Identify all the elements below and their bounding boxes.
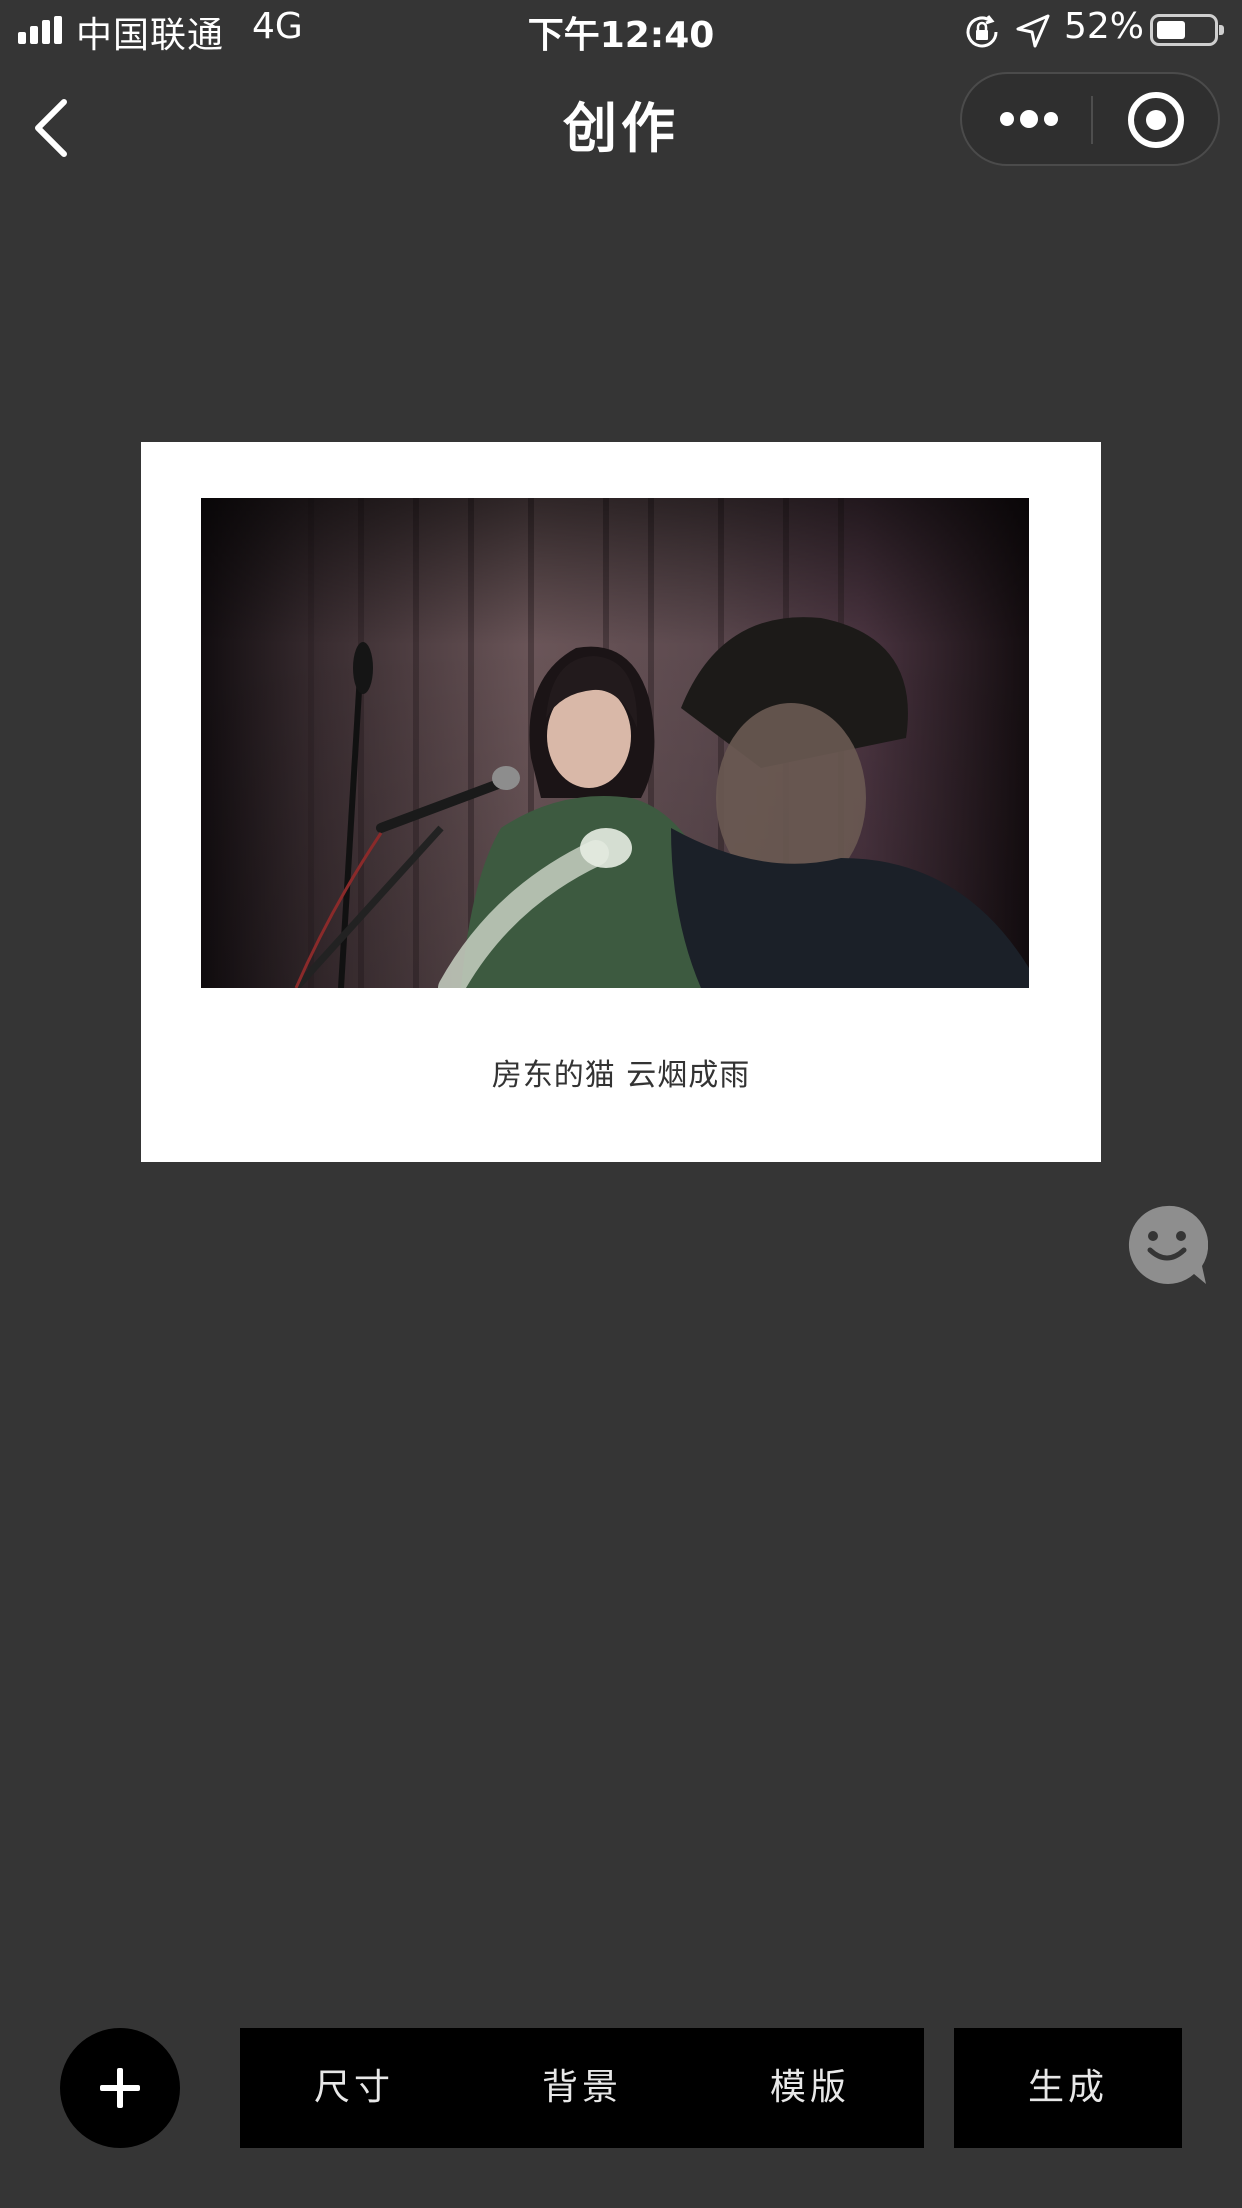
capsule-divider (1091, 96, 1093, 144)
close-miniprogram-button[interactable] (1094, 74, 1220, 164)
smiley-chat-icon[interactable] (1126, 1204, 1208, 1286)
status-time: 下午12:40 (527, 15, 715, 56)
photo-illustration (201, 498, 1029, 988)
location-arrow-icon (1016, 14, 1050, 48)
background-button[interactable]: 背景 (468, 2028, 696, 2148)
add-button[interactable] (60, 2028, 180, 2148)
orientation-lock-icon (966, 15, 998, 48)
battery-level-fill (1157, 21, 1185, 39)
battery-percent: 52% (1064, 6, 1145, 47)
more-button[interactable] (962, 74, 1090, 164)
concert-photo[interactable] (201, 498, 1029, 988)
miniprogram-capsule (960, 72, 1220, 166)
template-button[interactable]: 模版 (696, 2028, 924, 2148)
battery-icon (1150, 14, 1224, 46)
screen: 中国联通 4G 下午12:40 52% 创作 房东的猫 云烟成雨 尺寸 背景 模… (0, 0, 1242, 2208)
generate-button[interactable]: 生成 (954, 2028, 1182, 2148)
photo-caption[interactable]: 房东的猫 云烟成雨 (141, 1050, 1101, 1094)
size-button[interactable]: 尺寸 (240, 2028, 468, 2148)
edit-toolbar: 尺寸 背景 模版 (240, 2028, 924, 2148)
status-bar: 中国联通 4G 下午12:40 52% (0, 0, 1242, 62)
poster-card[interactable]: 房东的猫 云烟成雨 (141, 442, 1101, 1162)
